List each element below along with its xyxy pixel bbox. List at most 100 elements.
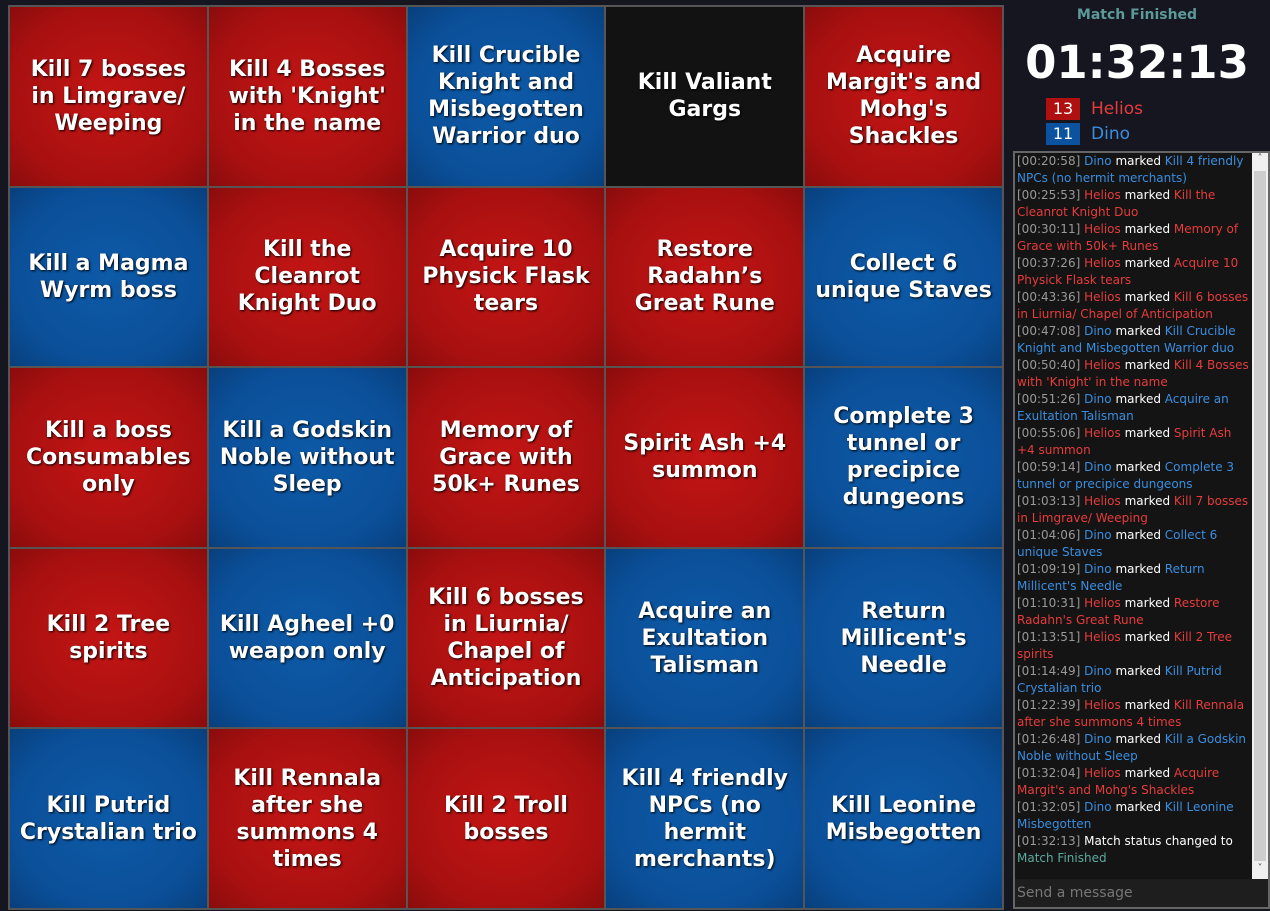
log-player: Helios <box>1084 358 1121 372</box>
bingo-cell[interactable]: Kill 2 Tree spirits <box>10 548 207 728</box>
cell-label: Kill 6 bosses in Liurnia/ Chapel of Anti… <box>428 585 584 692</box>
log-entries: [00:20:58] Dino marked Kill 4 friendly N… <box>1015 153 1252 879</box>
log-action: marked <box>1115 324 1161 338</box>
bingo-cell[interactable]: Kill the Cleanrot Knight Duo <box>208 187 406 367</box>
cell-label: Kill 7 bosses in Limgrave/ Weeping <box>30 56 187 136</box>
chat-input[interactable] <box>1015 879 1268 907</box>
log-entry: [00:37:26] Helios marked Acquire 10 Phys… <box>1017 255 1250 289</box>
bingo-cell[interactable]: Kill Putrid Crystalian trio <box>10 729 207 908</box>
log-entry: [01:32:04] Helios marked Acquire Margit'… <box>1017 765 1250 799</box>
bingo-cell[interactable]: Kill 4 friendly NPCs (no hermit merchant… <box>606 729 804 908</box>
log-action: marked <box>1124 222 1171 236</box>
log-time: [00:30:11] <box>1017 222 1081 236</box>
cell-label: Kill Agheel +0 weapon only <box>219 612 395 665</box>
bingo-cell[interactable]: Kill Crucible Knight and Misbegotten War… <box>407 7 605 186</box>
log-time: [00:25:53] <box>1017 188 1081 202</box>
scroll-up-icon[interactable]: ˄ <box>1252 153 1268 169</box>
log-time: [01:22:39] <box>1017 698 1081 712</box>
cell-label: Kill Putrid Crystalian trio <box>19 792 197 845</box>
log-player: Dino <box>1084 664 1112 678</box>
bingo-cell[interactable]: Acquire an Exultation Talisman <box>606 548 804 728</box>
log-action: marked <box>1124 494 1171 508</box>
log-entry: [01:09:19] Dino marked Return Millicent'… <box>1017 561 1250 595</box>
log-player: Dino <box>1084 800 1112 814</box>
log-entry: [01:22:39] Helios marked Kill Rennala af… <box>1017 697 1250 731</box>
team-score: 11 <box>1046 123 1080 145</box>
cell-label: Acquire an Exultation Talisman <box>638 598 772 678</box>
bingo-cell[interactable]: Kill a Magma Wyrm boss <box>10 187 207 367</box>
bingo-cell[interactable]: Complete 3 tunnel or precipice dungeons <box>805 368 1002 547</box>
log-player: Helios <box>1084 494 1121 508</box>
bingo-cell[interactable]: Kill Agheel +0 weapon only <box>208 548 406 728</box>
cell-label: Kill Crucible Knight and Misbegotten War… <box>428 43 584 150</box>
log-action: marked <box>1115 392 1161 406</box>
bingo-cell[interactable]: Kill 7 bosses in Limgrave/ Weeping <box>10 7 207 186</box>
log-entry: [01:14:49] Dino marked Kill Putrid Cryst… <box>1017 663 1250 697</box>
log-action: marked <box>1115 154 1161 168</box>
bingo-cell[interactable]: Return Millicent's Needle <box>805 548 1002 728</box>
log-player: Dino <box>1084 528 1112 542</box>
scroll-down-icon[interactable]: ˅ <box>1252 863 1268 879</box>
log-entry: [01:04:06] Dino marked Collect 6 unique … <box>1017 527 1250 561</box>
log-time: [00:51:26] <box>1017 392 1081 406</box>
bingo-cell[interactable]: Kill 6 bosses in Liurnia/ Chapel of Anti… <box>407 548 605 728</box>
bingo-cell[interactable]: Kill Leonine Misbegotten <box>805 729 1002 908</box>
log-time: [01:32:05] <box>1017 800 1081 814</box>
log-entry: [01:26:48] Dino marked Kill a Godskin No… <box>1017 731 1250 765</box>
bingo-cell[interactable]: Kill a Godskin Noble without Sleep <box>208 368 406 547</box>
cell-label: Acquire Margit's and Mohg's Shackles <box>826 43 982 150</box>
log-time: [01:14:49] <box>1017 664 1081 678</box>
log-player: Helios <box>1084 630 1121 644</box>
bingo-cell[interactable]: Spirit Ash +4 summon <box>606 368 804 547</box>
log-action: marked <box>1115 528 1161 542</box>
bingo-cell[interactable]: Kill Valiant Gargs <box>606 7 804 186</box>
bingo-cell[interactable]: Memory of Grace with 50k+ Runes <box>407 368 605 547</box>
match-timer: 01:32:13 <box>1025 36 1249 89</box>
cell-label: Kill Leonine Misbegotten <box>825 792 982 845</box>
log-action: marked <box>1124 596 1171 610</box>
log-time: [00:59:14] <box>1017 460 1081 474</box>
team-dino: 11 Dino <box>1046 123 1130 145</box>
log-time: [01:03:13] <box>1017 494 1081 508</box>
cell-label: Kill 4 Bosses with 'Knight' in the name <box>228 56 386 136</box>
log-entry: [00:25:53] Helios marked Kill the Cleanr… <box>1017 187 1250 221</box>
scrollbar[interactable]: ˄ ˅ <box>1252 153 1268 879</box>
log-action: marked <box>1124 290 1171 304</box>
bingo-cell[interactable]: Kill Rennala after she summons 4 times <box>208 729 406 908</box>
log-action: marked <box>1124 630 1171 644</box>
log-status: Match Finished <box>1017 851 1107 865</box>
bingo-cell[interactable]: Acquire 10 Physick Flask tears <box>407 187 605 367</box>
bingo-cell[interactable]: Kill a boss Consumables only <box>10 368 207 547</box>
log-entry: [00:50:40] Helios marked Kill 4 Bosses w… <box>1017 357 1250 391</box>
cell-label: Kill 2 Tree spirits <box>46 612 171 665</box>
log-action: marked <box>1124 256 1171 270</box>
log-time: [00:50:40] <box>1017 358 1081 372</box>
chat-log: [00:20:58] Dino marked Kill 4 friendly N… <box>1013 151 1270 909</box>
team-score: 13 <box>1046 98 1080 120</box>
bingo-cell[interactable]: Kill 2 Troll bosses <box>407 729 605 908</box>
log-time: [00:47:08] <box>1017 324 1081 338</box>
log-action: marked <box>1115 664 1161 678</box>
bingo-cell[interactable]: Restore Radahn’s Great Rune <box>606 187 804 367</box>
cell-label: Kill a Godskin Noble without Sleep <box>219 417 395 497</box>
log-player: Dino <box>1084 324 1112 338</box>
log-entry: [01:32:05] Dino marked Kill Leonine Misb… <box>1017 799 1250 833</box>
log-time: [00:43:36] <box>1017 290 1081 304</box>
log-action: marked <box>1115 562 1161 576</box>
bingo-cell[interactable]: Acquire Margit's and Mohg's Shackles <box>805 7 1002 186</box>
log-entry: [00:30:11] Helios marked Memory of Grace… <box>1017 221 1250 255</box>
log-action: marked <box>1124 188 1171 202</box>
log-entry: [00:43:36] Helios marked Kill 6 bosses i… <box>1017 289 1250 323</box>
cell-label: Kill the Cleanrot Knight Duo <box>237 237 377 317</box>
log-player: Helios <box>1084 766 1121 780</box>
log-entry: [00:20:58] Dino marked Kill 4 friendly N… <box>1017 153 1250 187</box>
scrollbar-thumb[interactable] <box>1254 171 1266 861</box>
bingo-cell[interactable]: Kill 4 Bosses with 'Knight' in the name <box>208 7 406 186</box>
bingo-cell[interactable]: Collect 6 unique Staves <box>805 187 1002 367</box>
log-action: marked <box>1124 358 1171 372</box>
cell-label: Spirit Ash +4 summon <box>623 431 787 484</box>
cell-label: Kill Rennala after she summons 4 times <box>233 765 382 872</box>
match-status: Match Finished <box>1076 7 1198 23</box>
log-player: Helios <box>1084 290 1121 304</box>
side-panel: Match Finished 01:32:13 13 Helios 11 Din… <box>1004 0 1270 911</box>
